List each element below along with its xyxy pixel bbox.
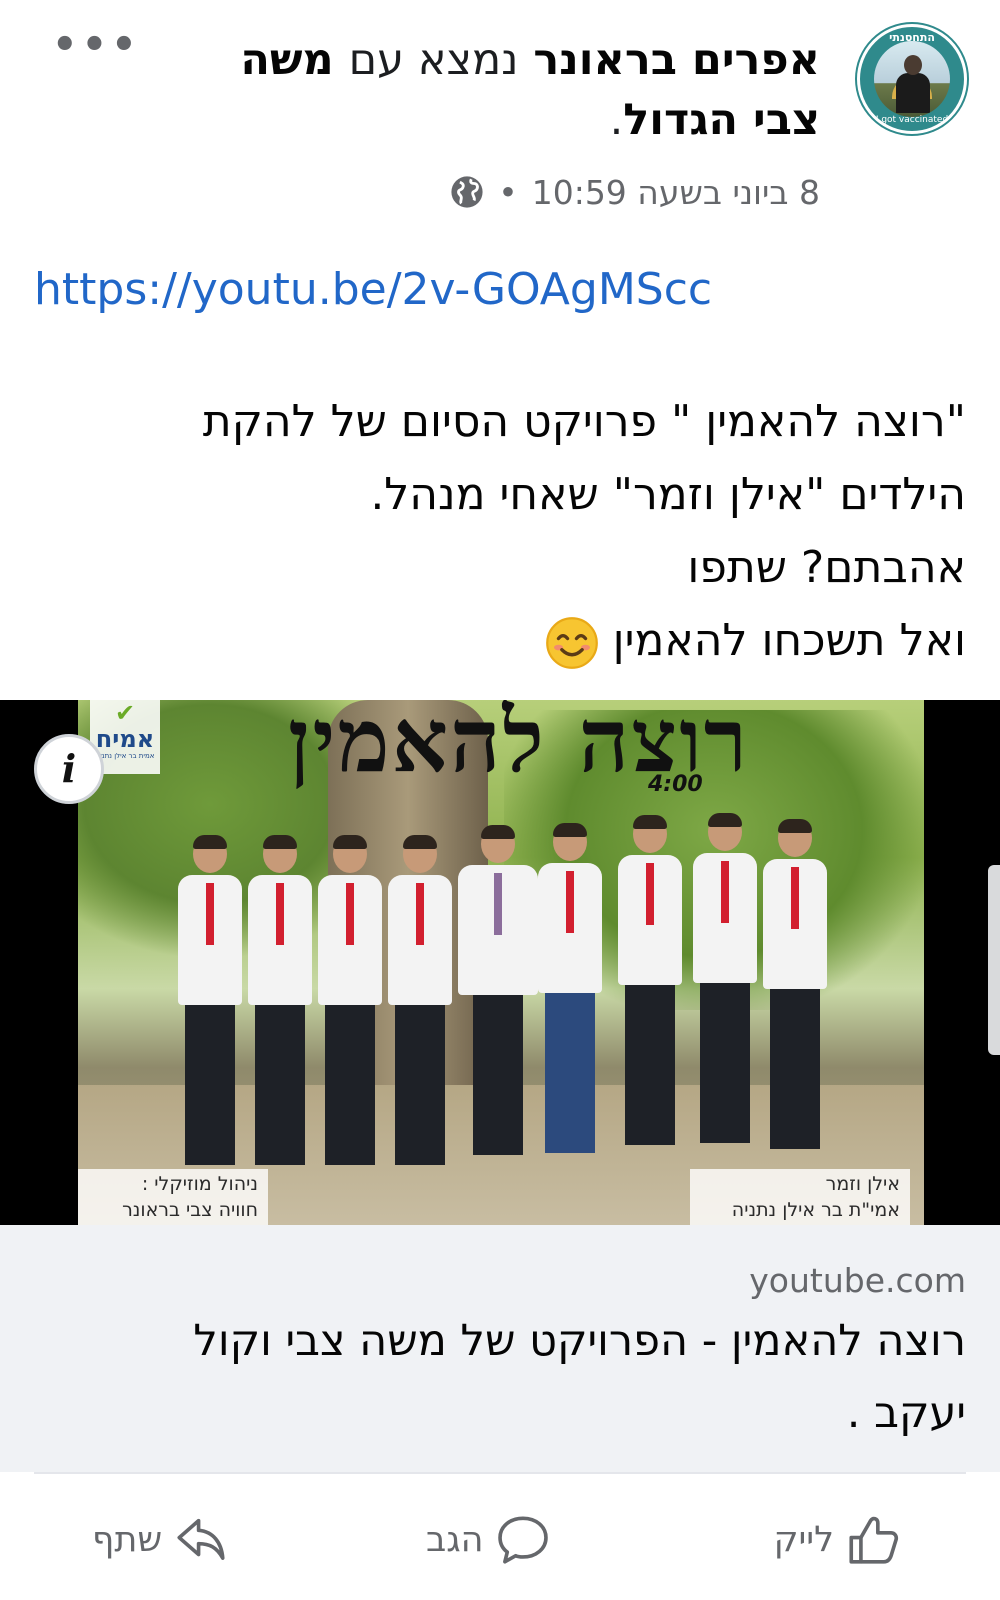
group-photo: רוצה להאמין 4:00 ✔ אמיח אמית בר אילן נתנ…	[78, 700, 924, 1225]
post-meta: 8 ביוני בשעה 10:59 •	[450, 168, 820, 216]
link-preview-image[interactable]: רוצה להאמין 4:00 ✔ אמיח אמית בר אילן נתנ…	[0, 700, 1000, 1225]
person-figure	[763, 819, 827, 1149]
more-options-icon[interactable]: •••	[52, 25, 141, 65]
facebook-post: התחסנתי I got vaccinated אפרים בראונר נמ…	[0, 0, 1000, 1600]
credit-left-line: חוויה צבי בראונר	[122, 1199, 258, 1221]
duration-label: 4:00	[648, 772, 703, 797]
globe-icon[interactable]	[450, 175, 484, 209]
person-figure	[318, 835, 382, 1165]
credit-right: אילן וזמר אמי"ת בר אילן נתניה	[690, 1169, 910, 1225]
title-period: .	[609, 95, 624, 145]
person-figure	[618, 815, 682, 1145]
comment-button[interactable]: הגב	[426, 1510, 552, 1570]
with-text: נמצא עם	[348, 35, 519, 85]
credit-right-line: אילן וזמר	[825, 1173, 900, 1195]
like-button[interactable]: לייק	[774, 1510, 902, 1570]
link-card[interactable]: youtube.com רוצה להאמין - הפרויקט של משה…	[0, 1225, 1000, 1472]
thumbs-up-icon	[849, 1516, 899, 1564]
post-link[interactable]: https://youtu.be/2v-GOAgMScc	[34, 264, 712, 315]
info-icon[interactable]: i	[34, 734, 104, 804]
post-date-time[interactable]: 8 ביוני בשעה 10:59	[532, 173, 820, 212]
link-domain: youtube.com	[749, 1261, 966, 1300]
person-figure-adult	[458, 825, 538, 1155]
share-icon	[177, 1518, 225, 1560]
post-header-title: אפרים בראונר נמצא עם משה צבי הגדול.	[170, 30, 820, 150]
like-label: לייק	[773, 1520, 834, 1560]
logo-leaf-icon: ✔	[114, 700, 136, 727]
smiling-face-icon	[545, 617, 598, 669]
avatar-head	[904, 55, 922, 75]
post-text-line: ואל תשכחו להאמין	[612, 615, 966, 666]
action-bar: לייק הגב שתף	[0, 1474, 1000, 1600]
person-figure	[248, 835, 312, 1165]
credit-left-line: ניהול מוזיקלי :	[141, 1173, 258, 1195]
post-text-line: "רוצה להאמין " פרויקט הסיום של להקת הילד…	[202, 396, 966, 520]
comment-icon	[497, 1516, 548, 1564]
post-text: "רוצה להאמין " פרויקט הסיום של להקת הילד…	[146, 385, 966, 677]
avatar-frame-text-bottom: I got vaccinated	[875, 115, 949, 125]
avatar-photo	[874, 41, 950, 117]
person-figure	[388, 835, 452, 1165]
person-figure	[693, 813, 757, 1143]
avatar-body	[896, 73, 930, 113]
credit-right-line: אמי"ת בר אילן נתניה	[731, 1199, 900, 1221]
post-text-line-with-emoji: ואל תשכחו להאמין	[146, 604, 966, 677]
author-name[interactable]: אפרים בראונר	[533, 35, 820, 85]
scroll-handle[interactable]	[988, 865, 1000, 1055]
post-text-line: אהבתם? שתפו	[687, 542, 966, 593]
link-title: רוצה להאמין - הפרויקט של משה צבי וקול יע…	[193, 1316, 966, 1438]
logo-name: אמיח	[95, 725, 155, 753]
credit-left: ניהול מוזיקלי : חוויה צבי בראונר	[78, 1169, 268, 1225]
meta-separator: •	[498, 172, 518, 212]
share-label: שתף	[92, 1520, 163, 1560]
author-avatar[interactable]: התחסנתי I got vaccinated	[857, 24, 967, 134]
person-figure	[538, 823, 602, 1153]
comment-label: הגב	[426, 1520, 484, 1560]
person-figure	[178, 835, 242, 1165]
share-button[interactable]: שתף	[92, 1510, 230, 1570]
